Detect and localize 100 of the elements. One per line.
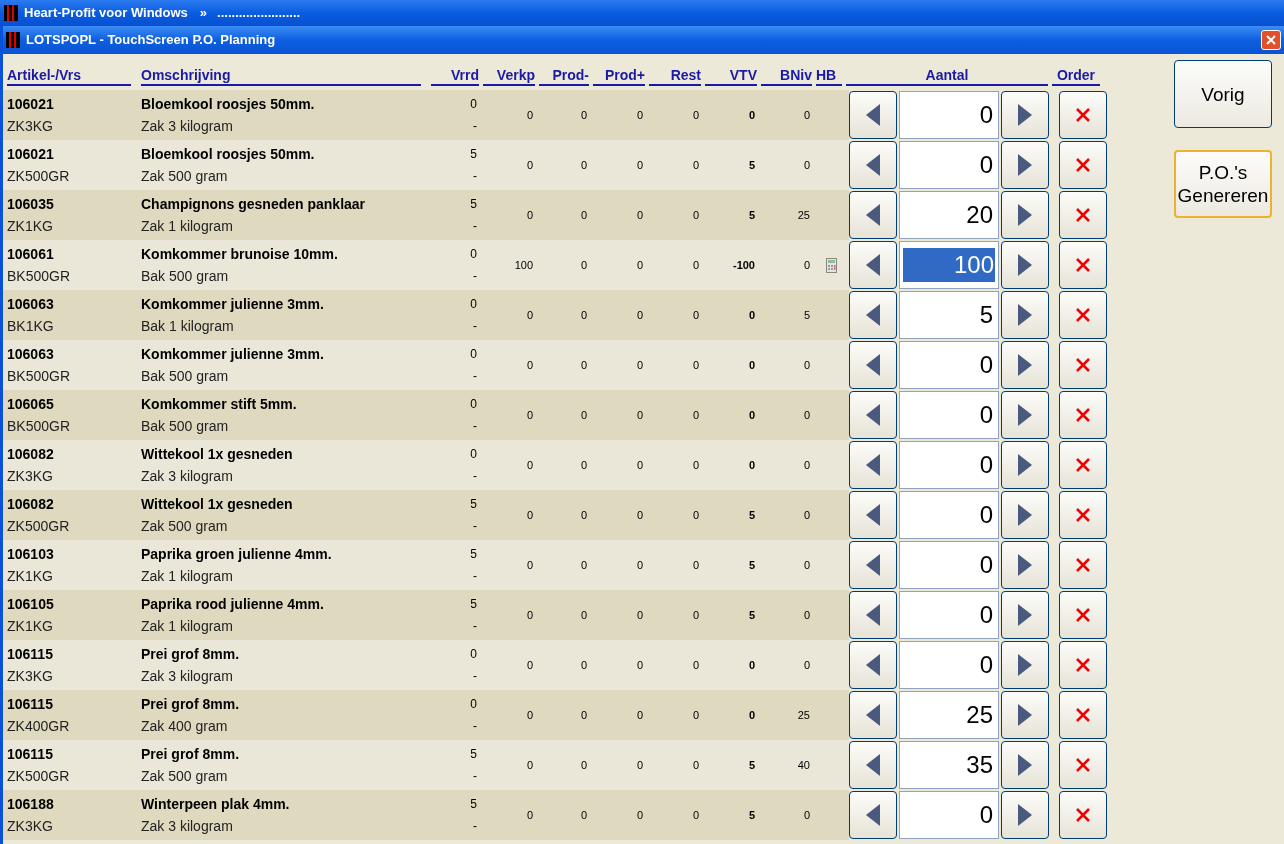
- decrease-button[interactable]: [849, 191, 897, 239]
- quantity-field[interactable]: 0: [899, 391, 999, 439]
- article-unit: Bak 500 gram: [141, 267, 230, 286]
- article-variant: ZK3KG: [7, 117, 54, 136]
- decrease-button[interactable]: [849, 641, 897, 689]
- column-header[interactable]: Vrrd: [431, 66, 479, 86]
- article-unit: Zak 400 gram: [141, 717, 229, 736]
- increase-button[interactable]: [1001, 791, 1049, 839]
- increase-button[interactable]: [1001, 341, 1049, 389]
- quantity-field[interactable]: 0: [899, 91, 999, 139]
- table-cell-text: 0: [580, 157, 587, 173]
- column-header[interactable]: HB: [816, 66, 842, 86]
- app-title: Heart-Profit voor Windows: [24, 4, 188, 23]
- column-header[interactable]: Verkp: [483, 66, 535, 86]
- delete-button[interactable]: [1059, 291, 1107, 339]
- article-description: Winterpeen plak 4mm.: [141, 795, 291, 814]
- table-cell-text: 0: [526, 307, 533, 323]
- column-header[interactable]: VTV: [705, 66, 757, 86]
- quantity-field[interactable]: 0: [899, 141, 999, 189]
- decrease-button[interactable]: [849, 541, 897, 589]
- quantity-field[interactable]: 0: [899, 591, 999, 639]
- decrease-button[interactable]: [849, 91, 897, 139]
- increase-button[interactable]: [1001, 641, 1049, 689]
- column-header[interactable]: Prod+: [593, 66, 645, 86]
- side-button[interactable]: P.O.'s Genereren: [1174, 150, 1272, 218]
- increase-button[interactable]: [1001, 391, 1049, 439]
- quantity-field[interactable]: 0: [899, 441, 999, 489]
- increase-button[interactable]: [1001, 591, 1049, 639]
- side-button[interactable]: Vorig: [1174, 60, 1272, 128]
- delete-button[interactable]: [1059, 791, 1107, 839]
- decrease-button[interactable]: [849, 291, 897, 339]
- quantity-field[interactable]: 0: [899, 541, 999, 589]
- table-cell-text: 0: [692, 457, 699, 473]
- decrease-button[interactable]: [849, 691, 897, 739]
- quantity-field[interactable]: 0: [899, 491, 999, 539]
- right-triangle-icon: [1018, 654, 1032, 676]
- column-header[interactable]: Artikel-/Vrs: [7, 66, 131, 86]
- increase-button[interactable]: [1001, 191, 1049, 239]
- article-code: 106035: [7, 195, 55, 214]
- delete-button[interactable]: [1059, 691, 1107, 739]
- decrease-button[interactable]: [849, 591, 897, 639]
- decrease-button[interactable]: [849, 441, 897, 489]
- increase-button[interactable]: [1001, 291, 1049, 339]
- delete-button[interactable]: [1059, 741, 1107, 789]
- delete-button[interactable]: [1059, 391, 1107, 439]
- quantity-field[interactable]: 0: [899, 791, 999, 839]
- increase-button[interactable]: [1001, 741, 1049, 789]
- column-header[interactable]: Order: [1052, 66, 1100, 86]
- article-variant: ZK1KG: [7, 567, 54, 586]
- quantity-field[interactable]: 100: [899, 241, 999, 289]
- article-code: 106065: [7, 395, 55, 414]
- increase-button[interactable]: [1001, 91, 1049, 139]
- increase-button[interactable]: [1001, 691, 1049, 739]
- delete-button[interactable]: [1059, 141, 1107, 189]
- increase-button[interactable]: [1001, 441, 1049, 489]
- increase-button[interactable]: [1001, 491, 1049, 539]
- quantity-field[interactable]: 25: [899, 691, 999, 739]
- table-cell-text: 0: [470, 696, 477, 713]
- decrease-button[interactable]: [849, 741, 897, 789]
- delete-button[interactable]: [1059, 591, 1107, 639]
- decrease-button[interactable]: [849, 241, 897, 289]
- quantity-field[interactable]: 0: [899, 641, 999, 689]
- increase-button[interactable]: [1001, 141, 1049, 189]
- delete-button[interactable]: [1059, 441, 1107, 489]
- table-cell-text: 0: [748, 357, 755, 373]
- quantity-field[interactable]: 0: [899, 341, 999, 389]
- increase-button[interactable]: [1001, 541, 1049, 589]
- table-cell-text: 0: [580, 707, 587, 723]
- delete-button[interactable]: [1059, 491, 1107, 539]
- app-logo-icon: [6, 32, 20, 48]
- delete-button[interactable]: [1059, 191, 1107, 239]
- column-header[interactable]: Omschrijving: [141, 66, 421, 86]
- delete-button[interactable]: [1059, 241, 1107, 289]
- left-triangle-icon: [866, 354, 880, 376]
- decrease-button[interactable]: [849, 341, 897, 389]
- column-header[interactable]: Rest: [649, 66, 701, 86]
- decrease-button[interactable]: [849, 491, 897, 539]
- column-header[interactable]: BNiv: [761, 66, 812, 86]
- quantity-field[interactable]: 35: [899, 741, 999, 789]
- article-unit: Zak 500 gram: [141, 167, 229, 186]
- article-code: 106103: [7, 545, 55, 564]
- quantity-field[interactable]: 20: [899, 191, 999, 239]
- close-icon: [1266, 35, 1276, 45]
- table-cell-text: 0: [636, 107, 643, 123]
- decrease-button[interactable]: [849, 391, 897, 439]
- decrease-button[interactable]: [849, 141, 897, 189]
- column-header[interactable]: Aantal: [846, 66, 1048, 86]
- article-code: 106115: [7, 645, 54, 664]
- delete-button[interactable]: [1059, 91, 1107, 139]
- article-code: 106115: [7, 695, 54, 714]
- decrease-button[interactable]: [849, 791, 897, 839]
- column-header[interactable]: Prod-: [539, 66, 589, 86]
- increase-button[interactable]: [1001, 241, 1049, 289]
- close-button[interactable]: [1261, 30, 1281, 50]
- table-cell-text: 0: [526, 207, 533, 223]
- delete-button[interactable]: [1059, 641, 1107, 689]
- quantity-field[interactable]: 5: [899, 291, 999, 339]
- table-cell-text: -: [473, 218, 477, 235]
- delete-button[interactable]: [1059, 541, 1107, 589]
- delete-button[interactable]: [1059, 341, 1107, 389]
